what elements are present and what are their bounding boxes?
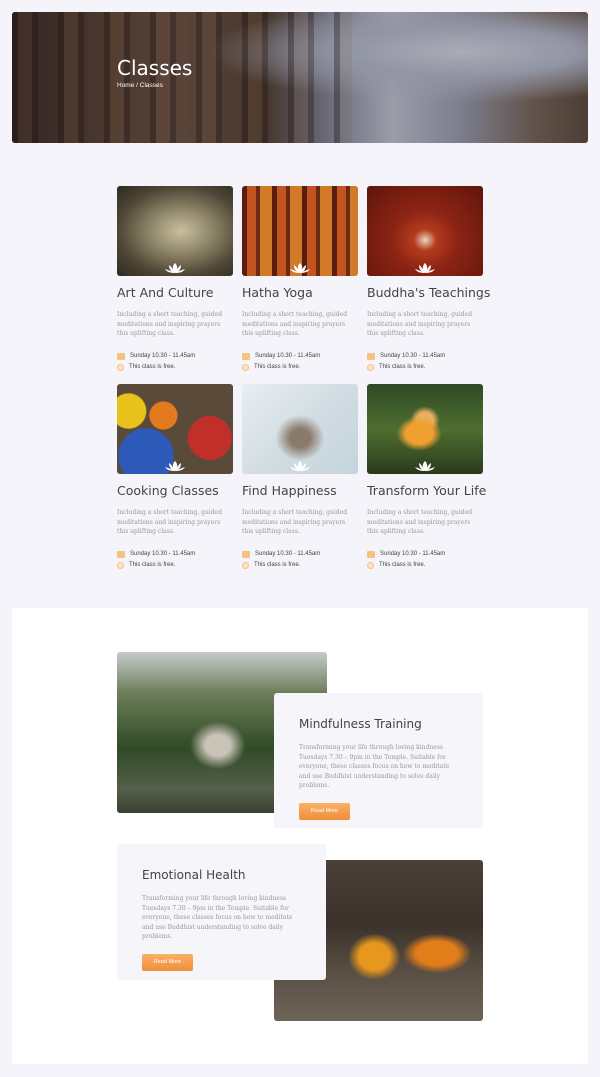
class-image[interactable] (242, 384, 358, 474)
class-title[interactable]: Art And Culture (117, 285, 233, 300)
class-description: Including a short teaching, guided medit… (367, 509, 473, 535)
breadcrumb[interactable]: Home / Classes (117, 82, 163, 89)
lotus-icon (165, 461, 185, 471)
feature-card: Mindfulness Training Transforming your l… (274, 693, 483, 828)
class-description: Including a short teaching, guided medit… (367, 311, 473, 337)
read-more-button[interactable]: Read More (142, 953, 193, 971)
feature-title[interactable]: Emotional Health (142, 868, 301, 882)
class-time: Sunday 10.30 - 11.45am (117, 351, 233, 362)
class-title[interactable]: Find Happiness (242, 483, 358, 498)
class-title[interactable]: Cooking Classes (117, 483, 233, 498)
read-more-button[interactable]: Read More (299, 802, 350, 820)
class-time: Sunday 10.30 - 11.45am (242, 351, 358, 362)
class-card[interactable]: Art And Culture Including a short teachi… (117, 186, 233, 373)
class-card[interactable]: Hatha Yoga Including a short teaching, g… (242, 186, 358, 373)
feature-description: Transforming your life through loving ki… (299, 744, 450, 789)
lotus-icon (415, 263, 435, 273)
calendar-icon (367, 352, 375, 360)
class-description: Including a short teaching, guided medit… (242, 311, 348, 337)
class-image[interactable] (367, 384, 483, 474)
class-time: Sunday 10.30 - 11.45am (367, 351, 483, 362)
calendar-icon (242, 352, 250, 360)
class-description: Including a short teaching, guided medit… (117, 509, 223, 535)
calendar-icon (242, 550, 250, 558)
page-title: Classes (117, 56, 193, 80)
class-price: This class is free. (117, 362, 233, 373)
lotus-icon (290, 461, 310, 471)
coin-icon (117, 363, 124, 371)
coin-icon (242, 561, 249, 569)
class-description: Including a short teaching, guided medit… (242, 509, 348, 535)
class-image[interactable] (117, 186, 233, 276)
class-image[interactable] (117, 384, 233, 474)
class-title[interactable]: Hatha Yoga (242, 285, 358, 300)
class-price: This class is free. (367, 560, 483, 571)
hero-banner: Classes Home / Classes (12, 12, 588, 143)
class-card[interactable]: Transform Your Life Including a short te… (367, 384, 486, 571)
class-card[interactable]: Cooking Classes Including a short teachi… (117, 384, 233, 571)
calendar-icon (367, 550, 375, 558)
feature-card: Emotional Health Transforming your life … (117, 844, 326, 980)
calendar-icon (117, 550, 125, 558)
calendar-icon (117, 352, 125, 360)
lotus-icon (415, 461, 435, 471)
class-price: This class is free. (242, 560, 358, 571)
coin-icon (367, 561, 374, 569)
class-description: Including a short teaching, guided medit… (117, 311, 223, 337)
class-image[interactable] (242, 186, 358, 276)
class-image[interactable] (367, 186, 483, 276)
class-time: Sunday 10.30 - 11.45am (367, 549, 483, 560)
class-title[interactable]: Buddha's Teachings (367, 285, 490, 300)
feature-description: Transforming your life through loving ki… (142, 895, 293, 940)
class-time: Sunday 10.30 - 11.45am (117, 549, 233, 560)
feature-title[interactable]: Mindfulness Training (299, 717, 458, 731)
coin-icon (117, 561, 124, 569)
class-time: Sunday 10.30 - 11.45am (242, 549, 358, 560)
lotus-icon (290, 263, 310, 273)
lotus-icon (165, 263, 185, 273)
class-card[interactable]: Buddha's Teachings Including a short tea… (367, 186, 490, 373)
class-price: This class is free. (367, 362, 483, 373)
coin-icon (242, 363, 249, 371)
class-price: This class is free. (117, 560, 233, 571)
class-title[interactable]: Transform Your Life (367, 483, 486, 498)
class-card[interactable]: Find Happiness Including a short teachin… (242, 384, 358, 571)
coin-icon (367, 363, 374, 371)
class-price: This class is free. (242, 362, 358, 373)
